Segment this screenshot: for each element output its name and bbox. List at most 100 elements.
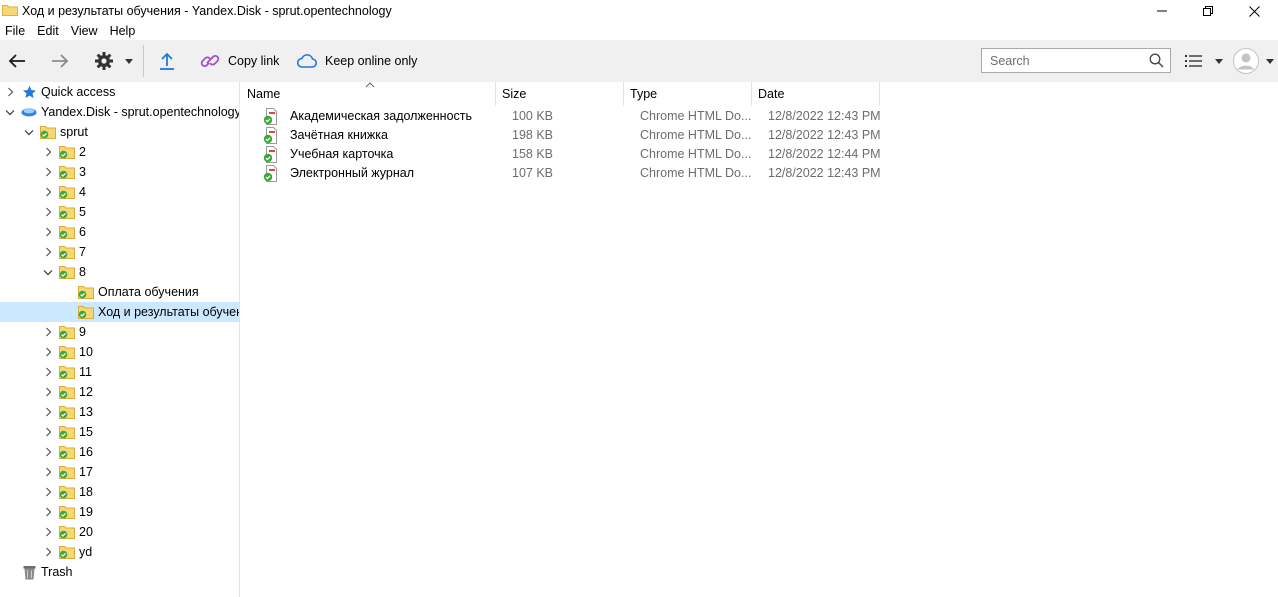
window-title: Ход и результаты обучения - Yandex.Disk …	[22, 4, 392, 18]
folder-synced-icon	[59, 326, 75, 339]
file-row[interactable]: Учебная карточка 158 KB Chrome HTML Do... 1…	[261, 145, 881, 164]
nav-folder-3[interactable]: 3	[0, 162, 239, 182]
list-view-icon	[1185, 55, 1202, 67]
chevron-right-icon[interactable]	[45, 467, 52, 477]
nav-folder-18[interactable]: 18	[0, 482, 239, 502]
chevron-right-icon[interactable]	[45, 207, 52, 217]
file-type: Chrome HTML Do...	[640, 166, 752, 180]
chevron-right-icon[interactable]	[45, 547, 52, 557]
chevron-right-icon[interactable]	[45, 487, 52, 497]
nav-folder-7[interactable]: 7	[0, 242, 239, 262]
folder-synced-icon	[59, 146, 75, 159]
copy-link-button[interactable]: Copy link	[200, 40, 279, 82]
search-input[interactable]	[982, 49, 1142, 72]
file-row[interactable]: Академическая задолженность 100 KB Chrome …	[261, 107, 881, 126]
nav-folder-yd[interactable]: yd	[0, 542, 239, 562]
chevron-down-icon[interactable]	[43, 269, 53, 276]
chevron-right-icon[interactable]	[45, 327, 52, 337]
nav-item-label: yd	[79, 545, 93, 559]
search-icon[interactable]	[1149, 53, 1164, 68]
chevron-right-icon[interactable]	[45, 427, 52, 437]
star-icon	[22, 85, 36, 98]
html-file-synced-icon	[263, 127, 279, 147]
menu-file[interactable]: File	[0, 22, 31, 40]
chevron-right-icon[interactable]	[45, 167, 52, 177]
chevron-right-icon[interactable]	[45, 387, 52, 397]
keep-online-button[interactable]: Keep online only	[297, 40, 417, 82]
nav-item-label: 17	[79, 465, 93, 479]
chevron-right-icon[interactable]	[45, 367, 52, 377]
settings-button[interactable]	[94, 40, 133, 82]
file-size: 158 KB	[512, 147, 554, 161]
chevron-right-icon[interactable]	[45, 247, 52, 257]
nav-subfolder-0[interactable]: Оплата обучения	[0, 282, 239, 302]
nav-yandex-disk[interactable]: Yandex.Disk - sprut.opentechnology	[0, 102, 239, 122]
link-icon	[200, 55, 220, 67]
chevron-down-icon	[125, 58, 133, 64]
nav-quick-access[interactable]: Quick access	[0, 82, 239, 102]
folder-synced-icon	[59, 346, 75, 359]
nav-folder-15[interactable]: 15	[0, 422, 239, 442]
view-mode-button[interactable]	[1185, 40, 1223, 82]
chevron-right-icon[interactable]	[45, 507, 52, 517]
upload-button[interactable]	[159, 40, 175, 82]
folder-synced-icon	[40, 126, 56, 139]
nav-folder-4[interactable]: 4	[0, 182, 239, 202]
nav-folder-13[interactable]: 13	[0, 402, 239, 422]
chevron-right-icon[interactable]	[45, 147, 52, 157]
column-header-date[interactable]: Date	[752, 82, 880, 106]
back-arrow-icon	[8, 54, 25, 68]
nav-subfolder-1[interactable]: Ход и результаты обучения	[0, 302, 239, 322]
file-row[interactable]: Зачётная книжка 198 KB Chrome HTML Do... 12…	[261, 126, 881, 145]
file-size: 107 KB	[512, 166, 554, 180]
html-file-synced-icon	[263, 108, 279, 128]
chevron-right-icon[interactable]	[45, 347, 52, 357]
menu-view[interactable]: View	[65, 22, 104, 40]
nav-folder-9[interactable]: 9	[0, 322, 239, 342]
nav-folder-19[interactable]: 19	[0, 502, 239, 522]
nav-folder-20[interactable]: 20	[0, 522, 239, 542]
nav-item-label: Ход и результаты обучения	[98, 305, 239, 319]
nav-folder-16[interactable]: 16	[0, 442, 239, 462]
back-button[interactable]	[8, 40, 26, 82]
file-row[interactable]: Электронный журнал 107 KB Chrome HTML Do..…	[261, 164, 881, 183]
close-button[interactable]	[1231, 0, 1277, 22]
chevron-right-icon[interactable]	[45, 227, 52, 237]
menu-help[interactable]: Help	[104, 22, 142, 40]
file-name: Зачётная книжка	[290, 128, 388, 142]
nav-folder-6[interactable]: 6	[0, 222, 239, 242]
chevron-down-icon[interactable]	[24, 129, 34, 136]
nav-trash[interactable]: Trash	[0, 562, 239, 582]
nav-item-label: sprut	[60, 125, 88, 139]
toolbar-separator	[143, 45, 144, 77]
file-name: Учебная карточка	[290, 147, 394, 161]
folder-synced-icon	[59, 526, 75, 539]
nav-folder-2[interactable]: 2	[0, 142, 239, 162]
chevron-right-icon[interactable]	[45, 407, 52, 417]
nav-folder-sprut[interactable]: sprut	[0, 122, 239, 142]
maximize-button[interactable]	[1185, 0, 1231, 22]
forward-button[interactable]	[51, 40, 69, 82]
chevron-right-icon[interactable]	[45, 527, 52, 537]
column-header-type[interactable]: Type	[624, 82, 752, 106]
chevron-right-icon[interactable]	[45, 187, 52, 197]
nav-item-label: 10	[79, 345, 93, 359]
folder-synced-icon	[78, 306, 94, 319]
minimize-button[interactable]	[1139, 0, 1185, 22]
nav-item-label: 11	[79, 365, 92, 379]
column-header-name[interactable]: Name	[241, 82, 496, 106]
column-header-size[interactable]: Size	[496, 82, 624, 106]
menu-edit[interactable]: Edit	[31, 22, 65, 40]
account-button[interactable]	[1233, 40, 1274, 82]
nav-folder-12[interactable]: 12	[0, 382, 239, 402]
nav-folder-5[interactable]: 5	[0, 202, 239, 222]
nav-folder-11[interactable]: 11	[0, 362, 239, 382]
chevron-right-icon[interactable]	[45, 447, 52, 457]
nav-folder-8[interactable]: 8	[0, 262, 239, 282]
nav-folder-10[interactable]: 10	[0, 342, 239, 362]
chevron-down-icon[interactable]	[5, 109, 15, 116]
folder-synced-icon	[59, 486, 75, 499]
nav-folder-17[interactable]: 17	[0, 462, 239, 482]
chevron-right-icon[interactable]	[7, 87, 14, 97]
file-size: 198 KB	[512, 128, 554, 142]
